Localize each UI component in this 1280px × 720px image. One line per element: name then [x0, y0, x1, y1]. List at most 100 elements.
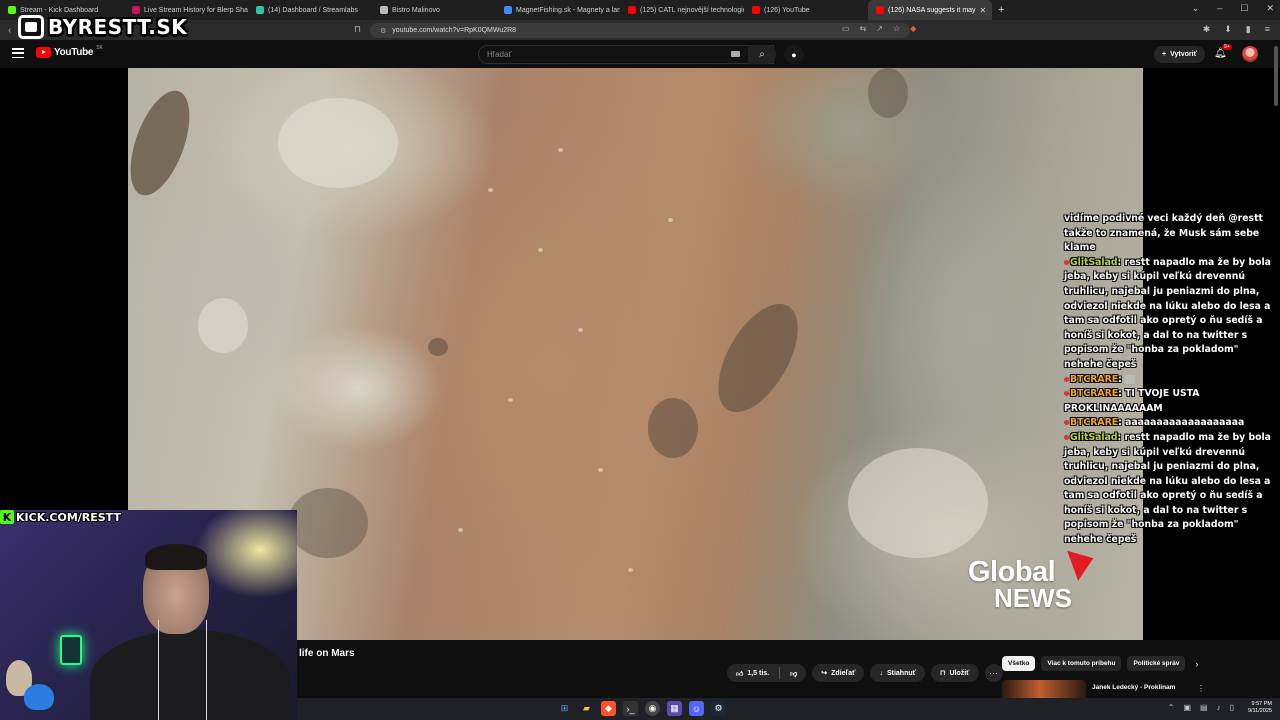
like-icon[interactable]: 👍︎	[736, 669, 743, 678]
more-actions-button[interactable]: ⋯	[984, 664, 1003, 682]
rock	[428, 338, 448, 356]
share-icon[interactable]: ↗	[876, 24, 883, 33]
dislike-icon[interactable]: 👎︎	[790, 669, 797, 678]
browser-tab[interactable]: (126) YouTube	[744, 0, 868, 20]
save-button[interactable]: ⊓ Uložiť	[930, 664, 979, 682]
pebble	[668, 218, 673, 222]
tab-label: (126) YouTube	[764, 6, 810, 14]
translate-icon[interactable]: ⇆	[860, 24, 867, 33]
tab-favicon-icon	[380, 6, 388, 14]
chat-text: : restt napadlo ma že by bola jeba, keby…	[1064, 431, 1271, 546]
app-icon[interactable]: ▦	[667, 701, 682, 716]
browser-tab[interactable]: (14) Dashboard / Streamlabs	[248, 0, 372, 20]
guide-menu-icon[interactable]	[12, 48, 24, 58]
like-count[interactable]: 1,5 tis.	[747, 670, 769, 677]
tab-favicon-icon	[256, 6, 264, 14]
file-explorer-icon[interactable]: ▰	[579, 701, 594, 716]
brave-icon[interactable]: ◆	[601, 701, 616, 716]
youtube-logo[interactable]: YouTube SK	[36, 45, 103, 58]
share-button[interactable]: ↪ Zdieľať	[812, 664, 865, 682]
share-label: Zdieľať	[831, 669, 856, 677]
close-window-icon[interactable]: ✕	[1266, 3, 1274, 14]
filter-chip[interactable]: Politické správ	[1127, 656, 1186, 671]
avatar[interactable]	[1242, 46, 1258, 62]
chat-message: GlitSalad: restt napadlo ma že by bola j…	[1064, 256, 1278, 373]
tray-expand-icon[interactable]: ⌃	[1168, 703, 1175, 712]
download-icon[interactable]: ⬇	[1224, 24, 1232, 35]
sidebar-icon[interactable]: ▮	[1246, 24, 1251, 35]
kick-logo-icon: K	[0, 510, 14, 524]
pebble	[508, 398, 513, 402]
volume-icon[interactable]: ♪	[1217, 703, 1221, 712]
pebble	[578, 328, 583, 332]
tab-search-icon[interactable]: ⌄	[1192, 3, 1200, 14]
back-icon[interactable]: ‹	[8, 25, 11, 36]
cast-icon[interactable]: ▭	[842, 24, 850, 33]
chat-badge-icon	[1064, 391, 1069, 397]
screen: Stream - Kick Dashboard Live Stream Histo…	[0, 0, 1280, 720]
rock	[702, 291, 814, 425]
microphone-icon: ●	[791, 49, 797, 60]
browser-tab[interactable]: Bistro Malinovo	[372, 0, 496, 20]
browser-tab[interactable]: MagnetFishing.sk - Magnety a laná y	[496, 0, 620, 20]
network-icon[interactable]: ▤	[1200, 703, 1208, 712]
rock	[848, 448, 988, 558]
browser-tab[interactable]: (125) CATL nejnovější technologie h	[620, 0, 744, 20]
tab-close-icon[interactable]: ✕	[980, 6, 987, 15]
kick-channel-label: K KICK.COM/RESTT	[0, 509, 121, 525]
bookmark-star-icon[interactable]: ☆	[893, 24, 900, 33]
site-info-icon[interactable]: ⚙	[380, 27, 386, 35]
page-scrollbar[interactable]	[1274, 46, 1278, 696]
discord-icon[interactable]: ☺	[689, 701, 704, 716]
like-dislike-group: 👍︎ 1,5 tis. 👎︎	[727, 664, 807, 682]
steam-icon[interactable]: ⚙	[711, 701, 726, 716]
clock-date: 9/11/2025	[1247, 708, 1272, 714]
download-button[interactable]: ↓ Stiahnuť	[870, 664, 925, 682]
tray-app-icon[interactable]: ▣	[1183, 703, 1191, 712]
maximize-icon[interactable]: ☐	[1240, 3, 1248, 14]
chat-username: GlitSalad	[1070, 431, 1118, 443]
rock	[648, 398, 698, 458]
recommended-title[interactable]: Janek Ledecký - Proklinam	[1092, 684, 1175, 691]
voice-search-button[interactable]: ●	[784, 45, 804, 64]
tab-favicon-icon	[876, 6, 884, 14]
chat-message: GlitSalad: restt napadlo ma že by bola j…	[1064, 431, 1278, 548]
search-input[interactable]: Hľadať	[478, 45, 774, 64]
taskbar-apps: ⊞ ▰ ◆ ›_ ◉ ▦ ☺ ⚙	[557, 701, 726, 716]
chat-text: vidíme podivné veci každý deň @restt tak…	[1064, 213, 1263, 254]
watermark-line2: NEWS	[994, 583, 1072, 613]
search-button[interactable]: ⌕	[748, 45, 776, 64]
tab-favicon-icon	[8, 6, 16, 14]
chat-username: BTCRARE	[1070, 388, 1119, 400]
minimize-icon[interactable]: –	[1217, 3, 1222, 14]
brave-shield-icon[interactable]: ◆	[910, 24, 916, 33]
chat-text: : aaaaaaaaaaaaaaaaaaa	[1118, 417, 1245, 429]
recommended-video[interactable]: Janek Ledecký - Proklinam	[1002, 680, 1202, 698]
chips-next-icon[interactable]: ›	[1195, 659, 1198, 669]
recommended-thumbnail[interactable]	[1002, 680, 1086, 698]
terminal-icon[interactable]: ›_	[623, 701, 638, 716]
start-icon[interactable]: ⊞	[557, 701, 572, 716]
new-tab-button[interactable]: +	[998, 4, 1004, 16]
filter-chip[interactable]: Viac k tomuto príbehu	[1041, 656, 1122, 671]
left-blank-area	[0, 68, 128, 510]
system-clock[interactable]: 9:57 PM 9/11/2025	[1248, 701, 1272, 715]
menu-icon[interactable]: ≡	[1265, 24, 1270, 35]
recommended-menu-icon[interactable]: ⋮	[1197, 684, 1205, 693]
window-controls: ⌄ – ☐ ✕	[1192, 3, 1274, 14]
scrollbar-thumb[interactable]	[1274, 46, 1278, 106]
browser-tab[interactable]: (126) NASA suggests it may ✕	[868, 0, 992, 20]
global-news-watermark: Global NEWS	[968, 556, 1108, 614]
keyboard-icon[interactable]	[731, 51, 740, 57]
create-button[interactable]: + Vytvoriť	[1154, 46, 1205, 63]
bookmark-icon[interactable]: ⊓	[354, 24, 361, 35]
url-field[interactable]: ⚙ youtube.com/watch?v=RpK0QMWu2R8	[370, 23, 910, 38]
filter-chip[interactable]: Všetko	[1002, 656, 1036, 671]
obs-icon[interactable]: ◉	[645, 701, 660, 716]
save-label: Uložiť	[949, 669, 970, 677]
pebble	[458, 528, 463, 532]
battery-icon[interactable]: ▯	[1230, 703, 1234, 712]
extensions-icon[interactable]: ✱	[1203, 24, 1211, 35]
download-arrow-icon: ↓	[879, 669, 883, 677]
chat-text: : restt napadlo ma že by bola jeba, keby…	[1064, 256, 1271, 370]
